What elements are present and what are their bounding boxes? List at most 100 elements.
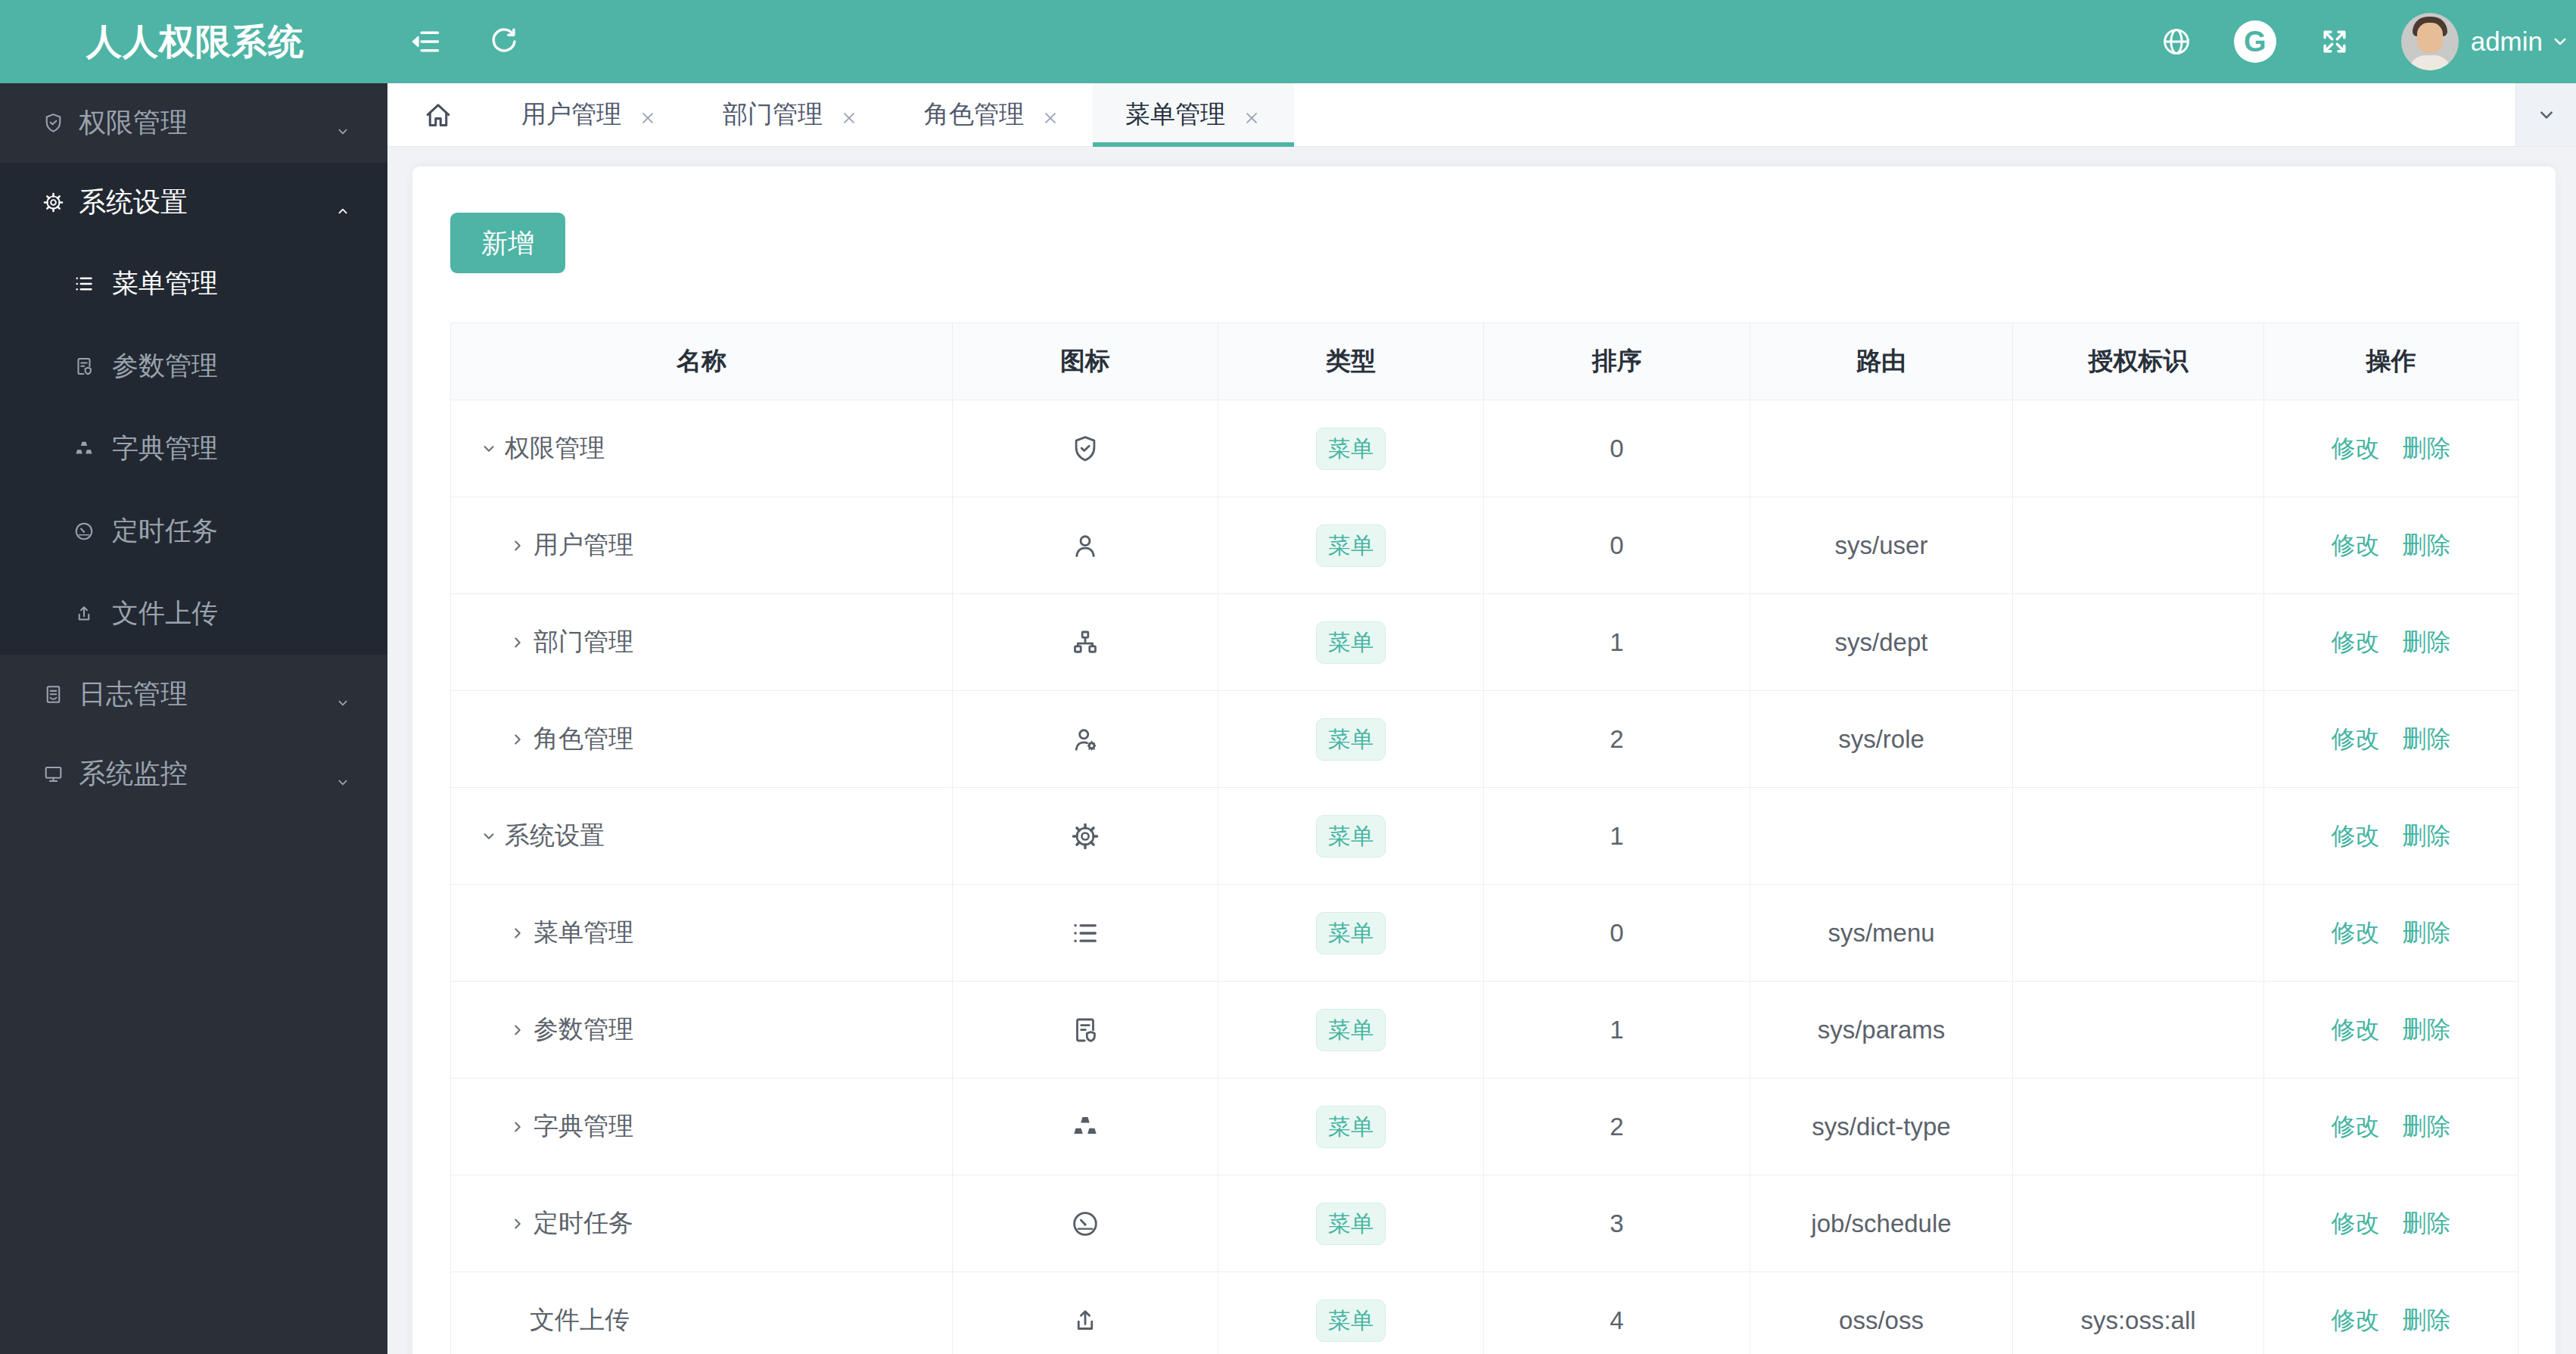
content-card: 新增 名称图标类型排序路由授权标识操作 权限管理 菜单 0 修改删除 用户管理 …: [412, 167, 2556, 1354]
globe-icon[interactable]: [2160, 25, 2193, 58]
modify-link[interactable]: 修改: [2332, 1016, 2380, 1043]
tab-close-icon[interactable]: [638, 105, 658, 125]
role-icon: [1069, 724, 1101, 755]
modify-link[interactable]: 修改: [2332, 434, 2380, 462]
sort-value: 0: [1484, 885, 1750, 982]
sidebar-toggle-icon[interactable]: [409, 25, 442, 58]
sidebar-item-日志管理[interactable]: 日志管理: [0, 655, 387, 734]
tab-close-icon[interactable]: [1242, 105, 1262, 125]
avatar[interactable]: [2401, 13, 2459, 70]
gitee-icon[interactable]: G: [2234, 20, 2276, 63]
tab-close-icon[interactable]: [839, 105, 859, 125]
menu-table: 名称图标类型排序路由授权标识操作 权限管理 菜单 0 修改删除 用户管理 菜单 …: [450, 322, 2518, 1354]
sidebar-item-label: 菜单管理: [112, 266, 218, 301]
menu-name: 部门管理: [534, 625, 633, 659]
menu-name: 菜单管理: [534, 916, 633, 950]
tab-部门管理[interactable]: 部门管理: [690, 83, 891, 146]
tab-菜单管理[interactable]: 菜单管理: [1093, 83, 1294, 146]
tab-home[interactable]: [387, 83, 489, 146]
sort-value: 0: [1484, 400, 1750, 497]
route-value: sys/dept: [1750, 594, 2013, 691]
col-header: 操作: [2264, 323, 2518, 400]
type-badge: 菜单: [1316, 718, 1386, 761]
add-button[interactable]: 新增: [450, 213, 565, 273]
sidebar-item-定时任务[interactable]: 定时任务: [0, 490, 387, 572]
route-value: sys/dict-type: [1750, 1079, 2013, 1175]
chevron-up-icon: [334, 195, 351, 211]
modify-link[interactable]: 修改: [2332, 822, 2380, 849]
delete-link[interactable]: 删除: [2403, 1113, 2451, 1140]
sidebar-item-label: 文件上传: [112, 596, 218, 631]
expand-right-icon[interactable]: [508, 536, 527, 556]
modify-link[interactable]: 修改: [2332, 1209, 2380, 1237]
tab-用户管理[interactable]: 用户管理: [489, 83, 690, 146]
refresh-icon[interactable]: [487, 25, 521, 58]
modify-link[interactable]: 修改: [2332, 1113, 2380, 1140]
table-row: 部门管理 菜单 1 sys/dept 修改删除: [451, 594, 2518, 691]
delete-link[interactable]: 删除: [2403, 725, 2451, 752]
sidebar-item-系统监控[interactable]: 系统监控: [0, 734, 387, 814]
sidebar-item-文件上传[interactable]: 文件上传: [0, 572, 387, 655]
sidebar-item-菜单管理[interactable]: 菜单管理: [0, 242, 387, 325]
col-header: 类型: [1218, 323, 1484, 400]
expand-down-icon[interactable]: [479, 826, 499, 846]
monitor-icon: [42, 762, 65, 786]
expand-right-icon[interactable]: [508, 923, 527, 943]
tab-close-icon[interactable]: [1041, 105, 1060, 125]
delete-link[interactable]: 删除: [2403, 531, 2451, 559]
header: 人人权限系统 G admin: [0, 0, 2576, 83]
sidebar-item-label: 权限管理: [79, 104, 188, 142]
sidebar-item-label: 定时任务: [112, 513, 218, 549]
menu-name: 参数管理: [534, 1013, 633, 1047]
sidebar-menu: 权限管理 系统设置 菜单管理 参数管理 字典管理 定时任务 文件上传 日志管理 …: [0, 83, 387, 814]
docshield-icon: [73, 355, 95, 378]
list-icon: [1069, 917, 1101, 949]
sidebar-item-参数管理[interactable]: 参数管理: [0, 325, 387, 407]
delete-link[interactable]: 删除: [2403, 1306, 2451, 1334]
route-value: sys/menu: [1750, 885, 2013, 982]
delete-link[interactable]: 删除: [2403, 919, 2451, 946]
modify-link[interactable]: 修改: [2332, 628, 2380, 655]
content: 新增 名称图标类型排序路由授权标识操作 权限管理 菜单 0 修改删除 用户管理 …: [387, 148, 2576, 1354]
expand-right-icon[interactable]: [508, 633, 527, 652]
delete-link[interactable]: 删除: [2403, 628, 2451, 655]
tab-角色管理[interactable]: 角色管理: [891, 83, 1093, 146]
shield-icon: [42, 111, 65, 135]
sidebar-item-label: 日志管理: [79, 676, 188, 713]
col-header: 授权标识: [2013, 323, 2264, 400]
col-header: 图标: [953, 323, 1218, 400]
menu-name: 权限管理: [505, 431, 605, 465]
perm-value: [2013, 400, 2264, 497]
delete-link[interactable]: 删除: [2403, 822, 2451, 849]
modify-link[interactable]: 修改: [2332, 531, 2380, 559]
perm-value: [2013, 982, 2264, 1079]
modify-link[interactable]: 修改: [2332, 725, 2380, 752]
delete-link[interactable]: 删除: [2403, 1209, 2451, 1237]
expand-right-icon[interactable]: [508, 1020, 527, 1040]
table-row: 定时任务 菜单 3 job/schedule 修改删除: [451, 1175, 2518, 1272]
username[interactable]: admin: [2471, 26, 2543, 57]
expand-right-icon[interactable]: [508, 1117, 527, 1137]
expand-down-icon[interactable]: [479, 439, 499, 459]
perm-value: [2013, 1175, 2264, 1272]
sidebar-item-系统设置[interactable]: 系统设置: [0, 163, 387, 242]
table-header-row: 名称图标类型排序路由授权标识操作: [451, 323, 2518, 400]
sort-value: 2: [1484, 691, 1750, 788]
expand-right-icon[interactable]: [508, 730, 527, 749]
delete-link[interactable]: 删除: [2403, 434, 2451, 462]
perm-value: [2013, 497, 2264, 594]
user-icon: [1069, 530, 1101, 562]
sidebar-item-权限管理[interactable]: 权限管理: [0, 83, 387, 163]
delete-link[interactable]: 删除: [2403, 1016, 2451, 1043]
tab-dropdown-button[interactable]: [2515, 83, 2576, 146]
expand-right-icon[interactable]: [508, 1214, 527, 1234]
fullscreen-icon[interactable]: [2318, 25, 2351, 58]
modify-link[interactable]: 修改: [2332, 1306, 2380, 1334]
modify-link[interactable]: 修改: [2332, 919, 2380, 946]
sidebar-item-字典管理[interactable]: 字典管理: [0, 407, 387, 490]
upload-icon: [73, 602, 95, 625]
chevron-down-icon: [334, 686, 351, 703]
sidebar: 权限管理 系统设置 菜单管理 参数管理 字典管理 定时任务 文件上传 日志管理 …: [0, 83, 387, 1354]
user-chevron-down-icon[interactable]: [2549, 30, 2571, 53]
perm-value: [2013, 594, 2264, 691]
